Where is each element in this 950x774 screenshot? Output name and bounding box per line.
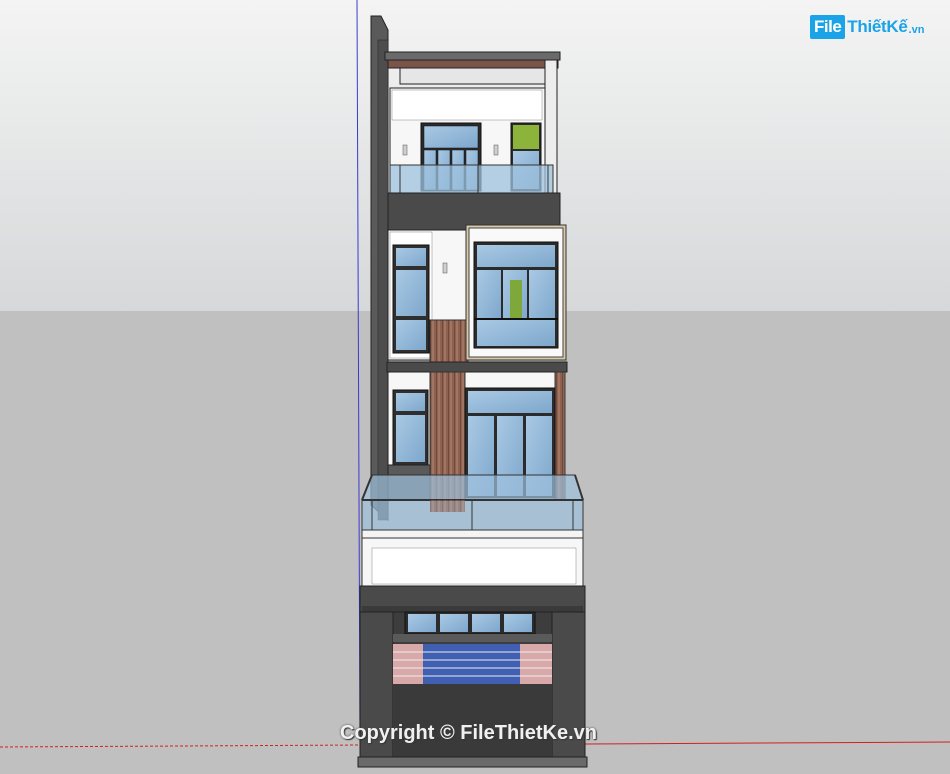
logo-text: ThiếtKế	[847, 17, 908, 36]
sketchup-house-scene	[0, 0, 950, 774]
logo-box: File	[810, 15, 846, 39]
roof-pergola	[387, 59, 559, 69]
roof-frame	[384, 51, 561, 61]
top-balcony-glass	[389, 164, 554, 194]
base-slab	[357, 756, 588, 768]
logo-suffix: .vn	[908, 24, 925, 36]
side-wall-light	[377, 39, 389, 521]
roof-pergola-2	[399, 67, 551, 85]
second-slab	[386, 361, 568, 373]
wood-panel-2	[429, 319, 469, 366]
top-slab	[387, 192, 561, 231]
balcony-slab	[361, 529, 584, 539]
top-floor-inset	[391, 89, 543, 121]
stairs	[393, 644, 552, 684]
copyright-watermark: Copyright © FileThietKe.vn	[340, 722, 597, 744]
brand-logo: File ThiếtKế .vn	[810, 12, 924, 42]
